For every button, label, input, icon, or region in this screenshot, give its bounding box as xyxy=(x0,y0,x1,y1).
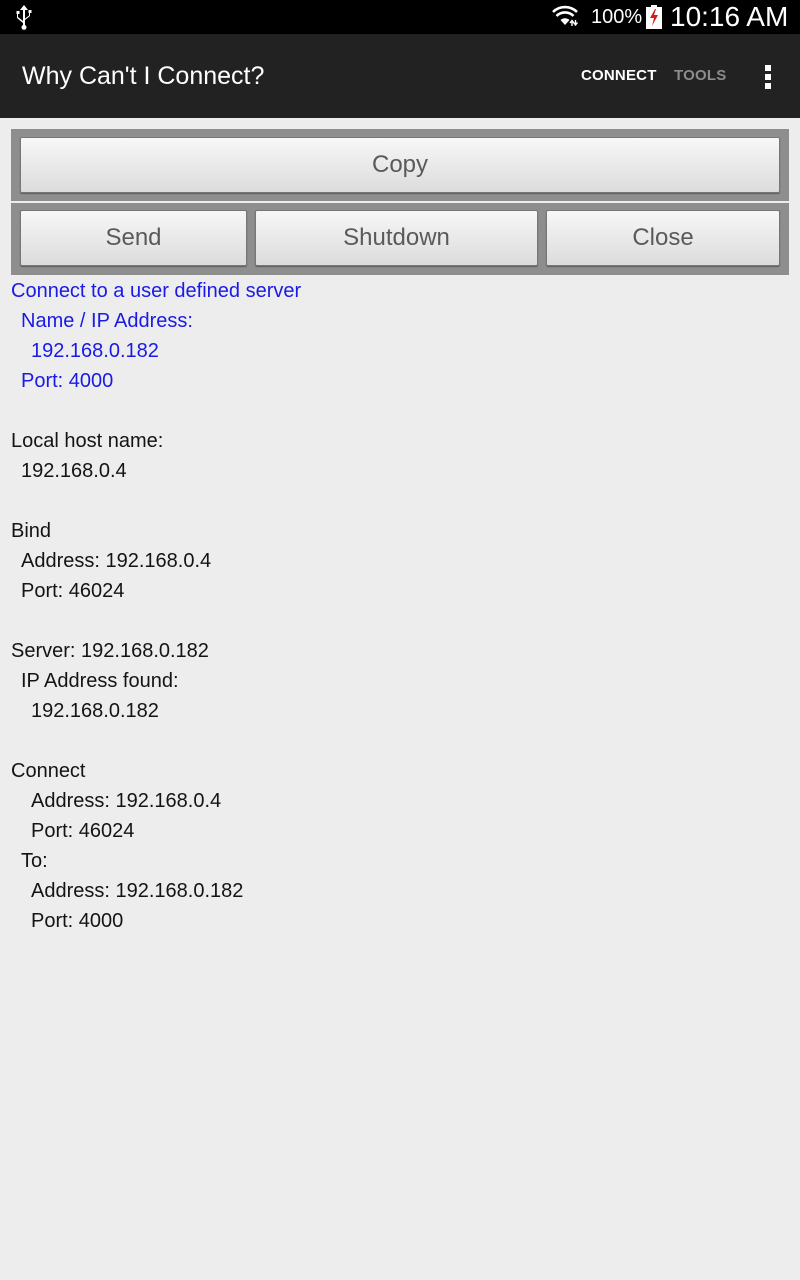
status-bar: 100% 10:16 AM xyxy=(0,0,800,34)
log-line-bind-address: Address: 192.168.0.4 xyxy=(21,550,212,572)
log-line-server: Server: 192.168.0.182 xyxy=(11,640,209,662)
action-bar: Why Can't I Connect? CONNECT TOOLS xyxy=(0,34,800,118)
log-line-connect-heading: Connect xyxy=(11,760,86,782)
action-button-bar: Send Shutdown Close xyxy=(11,203,789,275)
log-line-local-host-label: Local host name: xyxy=(11,430,164,452)
battery-charging-icon xyxy=(646,5,662,29)
more-vert-icon[interactable] xyxy=(757,62,779,92)
close-button[interactable]: Close xyxy=(546,210,780,266)
log-line-ip-found-value: 192.168.0.182 xyxy=(31,700,159,722)
tab-connect[interactable]: CONNECT xyxy=(581,66,657,86)
tab-tools[interactable]: TOOLS xyxy=(674,66,726,86)
log-line-bind-port: Port: 46024 xyxy=(21,580,125,602)
log-line-connect-port: Port: 46024 xyxy=(31,820,135,842)
battery-percent: 100% xyxy=(591,6,643,28)
wifi-icon xyxy=(552,5,579,27)
log-line-name-label: Name / IP Address: xyxy=(21,310,193,332)
log-line-server-heading: Connect to a user defined server xyxy=(11,280,302,302)
log-line-blank xyxy=(11,486,789,516)
log-line-connect-address: Address: 192.168.0.4 xyxy=(31,790,222,812)
connection-log: Connect to a user defined server Name / … xyxy=(11,276,789,936)
log-line-blank xyxy=(11,726,789,756)
log-line-blank xyxy=(11,396,789,426)
clock: 10:16 AM xyxy=(670,1,789,32)
usb-icon xyxy=(16,5,32,30)
app-title: Why Can't I Connect? xyxy=(22,62,265,90)
log-line-server-port: Port: 4000 xyxy=(21,370,114,392)
copy-button[interactable]: Copy xyxy=(20,137,780,193)
log-line-to-address: Address: 192.168.0.182 xyxy=(31,880,244,902)
send-button[interactable]: Send xyxy=(20,210,247,266)
log-line-to-port: Port: 4000 xyxy=(31,910,124,932)
copy-button-bar: Copy xyxy=(11,129,789,201)
log-line-local-host-value: 192.168.0.4 xyxy=(21,460,127,482)
shutdown-button[interactable]: Shutdown xyxy=(255,210,538,266)
log-line-server-ip: 192.168.0.182 xyxy=(31,340,159,362)
log-line-bind-heading: Bind xyxy=(11,520,52,542)
log-line-blank xyxy=(11,606,789,636)
log-line-ip-found-label: IP Address found: xyxy=(21,670,179,692)
log-line-to-label: To: xyxy=(21,850,48,872)
